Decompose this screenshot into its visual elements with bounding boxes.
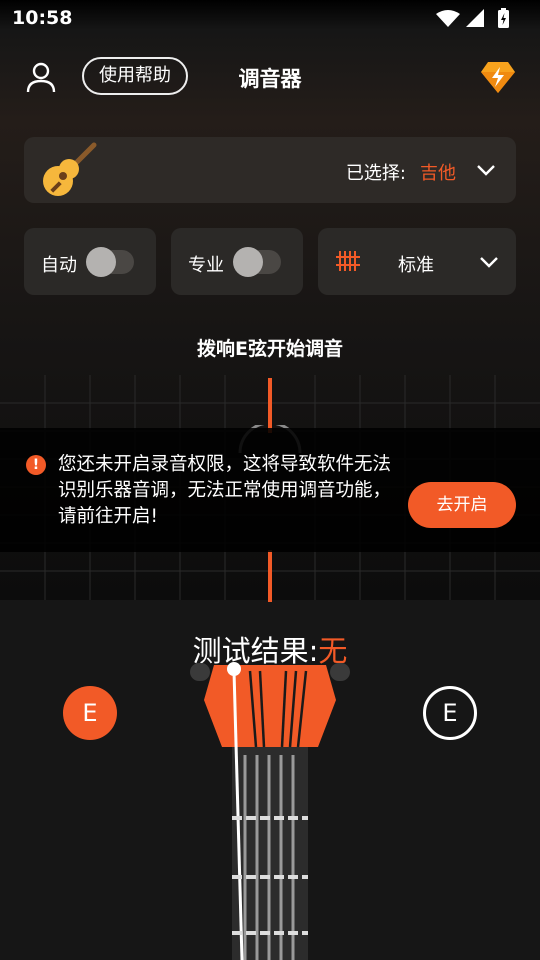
wifi-icon xyxy=(436,10,460,27)
page-title: 调音器 xyxy=(238,67,302,91)
instrument-selector[interactable]: 已选择: 吉他 xyxy=(24,137,516,203)
battery-icon xyxy=(498,8,509,28)
pro-label: 专业 xyxy=(188,255,224,276)
string-button-high-e[interactable]: E xyxy=(423,686,477,740)
auto-label: 自动 xyxy=(41,255,77,276)
signal-icon xyxy=(466,9,484,27)
status-time: 10:58 xyxy=(12,7,73,29)
vip-diamond-icon[interactable] xyxy=(480,60,516,94)
toggle-knob xyxy=(86,247,116,277)
auto-option: 自动 xyxy=(24,228,156,295)
tuning-prompt: 拨响E弦开始调音 xyxy=(197,338,343,360)
pro-toggle[interactable] xyxy=(233,247,281,277)
tuning-label: 标准 xyxy=(398,255,434,276)
string-button-low-e[interactable]: E xyxy=(63,686,117,740)
tuning-fret-icon xyxy=(336,251,360,271)
chevron-down-icon xyxy=(480,257,498,268)
pro-option: 专业 xyxy=(171,228,303,295)
chevron-down-icon xyxy=(477,165,495,176)
toggle-knob xyxy=(233,247,263,277)
selected-label: 已选择: xyxy=(345,163,406,184)
tuner-needle xyxy=(268,550,272,602)
guitar-headstock xyxy=(190,662,350,960)
permission-message: 您还未开启录音权限，这将导致软件无法识别乐器音调，无法正常使用调音功能，请前往开… xyxy=(58,454,392,527)
warning-icon: ! xyxy=(26,455,46,475)
auto-toggle[interactable] xyxy=(86,247,134,277)
status-icons xyxy=(436,8,509,28)
enable-permission-button[interactable]: 去开启 xyxy=(408,482,516,528)
tuning-selector[interactable]: 标准 xyxy=(318,228,516,295)
guitar-icon xyxy=(43,142,97,196)
selected-instrument: 吉他 xyxy=(420,163,456,184)
